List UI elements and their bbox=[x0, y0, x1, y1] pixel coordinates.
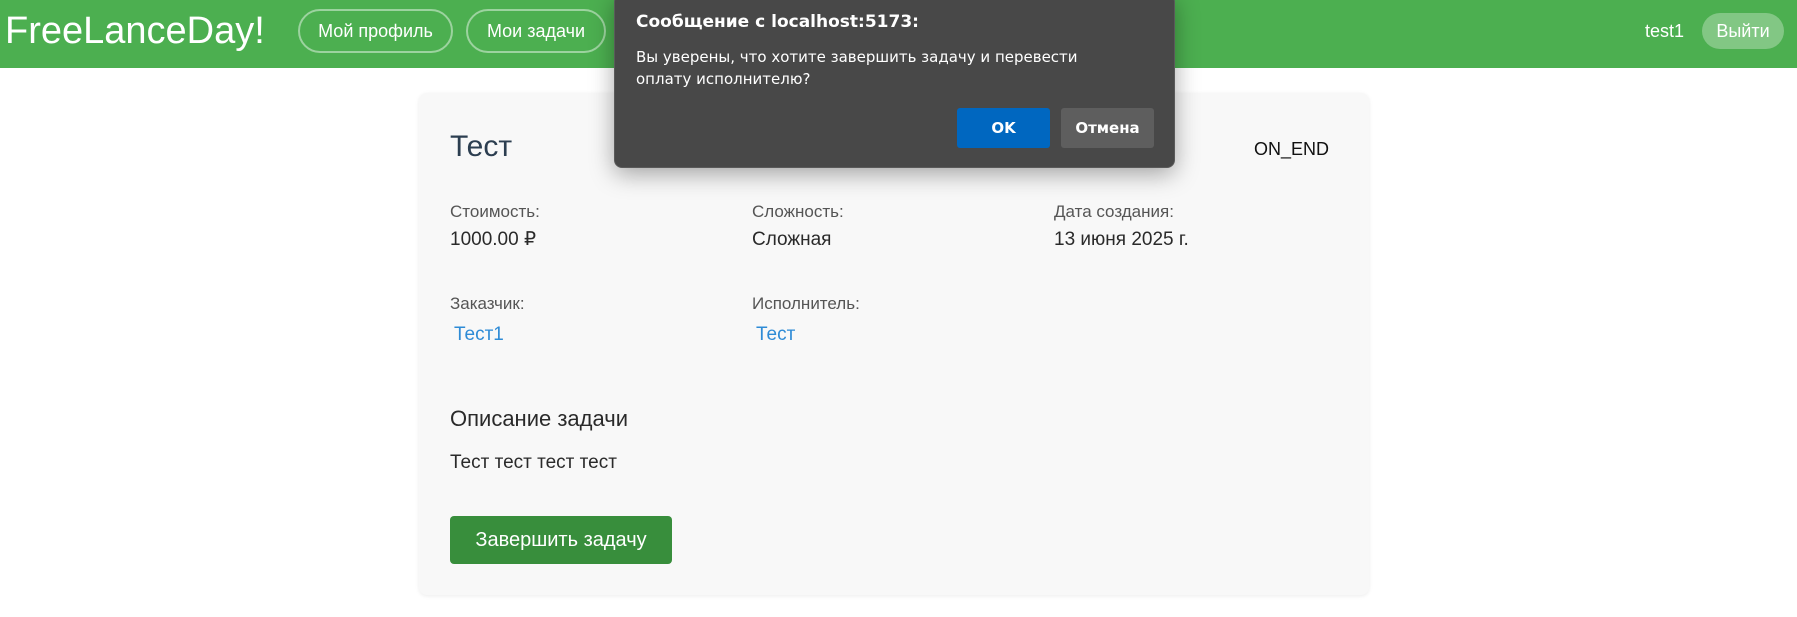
current-username: test1 bbox=[1645, 21, 1685, 41]
description-heading: Описание задачи bbox=[450, 406, 628, 431]
difficulty-label: Сложность: bbox=[752, 202, 844, 221]
dialog-ok-button[interactable]: OK bbox=[957, 108, 1050, 148]
dialog-title: Сообщение с localhost:5173: bbox=[636, 12, 919, 32]
logout-button[interactable]: Выйти bbox=[1702, 13, 1784, 49]
difficulty-value: Сложная bbox=[752, 229, 832, 250]
executor-link[interactable]: Тест bbox=[756, 323, 795, 347]
task-title: Тест bbox=[450, 130, 513, 163]
cost-value: 1000.00 ₽ bbox=[450, 229, 537, 250]
site-logo[interactable]: FreeLanceDay! bbox=[5, 8, 265, 54]
dialog-cancel-button[interactable]: Отмена bbox=[1061, 108, 1154, 148]
customer-label: Заказчик: bbox=[450, 294, 525, 313]
executor-label: Исполнитель: bbox=[752, 294, 860, 313]
task-status: ON_END bbox=[1253, 139, 1329, 159]
my-profile-button[interactable]: Мой профиль bbox=[298, 9, 453, 53]
confirm-dialog: Сообщение с localhost:5173: Вы уверены, … bbox=[614, 0, 1175, 168]
customer-link[interactable]: Тест1 bbox=[454, 323, 504, 347]
finish-task-button[interactable]: Завершить задачу bbox=[450, 516, 672, 564]
created-date-label: Дата создания: bbox=[1054, 202, 1174, 221]
my-tasks-button[interactable]: Мои задачи bbox=[466, 9, 606, 53]
dialog-message: Вы уверены, что хотите завершить задачу … bbox=[636, 48, 1078, 88]
cost-label: Стоимость: bbox=[450, 202, 540, 221]
task-description: Тест тест тест тест bbox=[450, 452, 617, 473]
task-card: Тест ON_END Стоимость: 1000.00 ₽ Сложнос… bbox=[419, 93, 1369, 595]
created-date-value: 13 июня 2025 г. bbox=[1054, 229, 1189, 250]
